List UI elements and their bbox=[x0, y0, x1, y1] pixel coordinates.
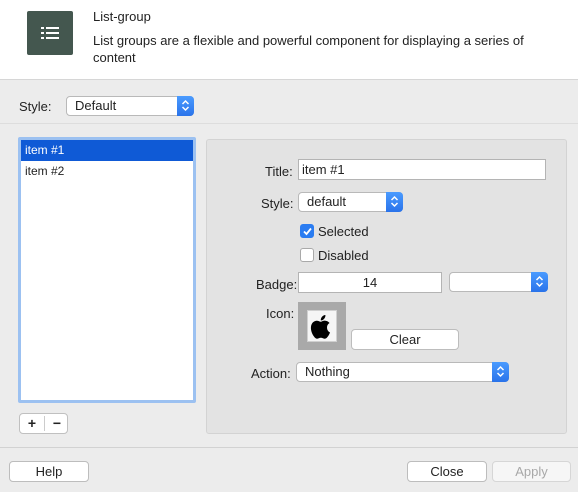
icon-label: Icon: bbox=[266, 306, 295, 321]
action-value: Nothing bbox=[305, 364, 350, 379]
style-label: Style: bbox=[19, 99, 52, 114]
badge-field[interactable]: 14 bbox=[298, 272, 442, 293]
icon-preview bbox=[307, 310, 337, 342]
action-label: Action: bbox=[251, 366, 291, 381]
header-title: List-group bbox=[93, 9, 151, 24]
chevron-updown-icon bbox=[177, 96, 194, 116]
item-style-popup[interactable]: default bbox=[298, 192, 403, 212]
list-item[interactable]: item #2 bbox=[21, 161, 193, 182]
apple-icon bbox=[310, 315, 330, 339]
title-label: Title: bbox=[265, 164, 293, 179]
disabled-checkbox[interactable] bbox=[300, 248, 314, 262]
chevron-updown-icon bbox=[492, 362, 509, 382]
list-item[interactable]: item #1 bbox=[21, 140, 193, 161]
divider bbox=[0, 447, 578, 448]
divider bbox=[0, 123, 578, 124]
close-button[interactable]: Close bbox=[407, 461, 487, 482]
style-popup-value: Default bbox=[75, 98, 117, 113]
badge-label: Badge: bbox=[256, 277, 298, 292]
selected-checkbox[interactable] bbox=[300, 224, 314, 238]
item-list[interactable]: item #1 item #2 bbox=[18, 137, 196, 403]
icon-well[interactable] bbox=[298, 302, 346, 350]
checkmark-icon bbox=[303, 227, 312, 236]
action-popup[interactable]: Nothing bbox=[296, 362, 509, 382]
chevron-updown-icon bbox=[531, 272, 548, 292]
header-description: List groups are a flexible and powerful … bbox=[93, 33, 524, 65]
disabled-label[interactable]: Disabled bbox=[318, 248, 369, 263]
remove-item-button[interactable]: − bbox=[45, 414, 69, 433]
title-field[interactable]: item #1 bbox=[298, 159, 546, 180]
add-item-button[interactable]: + bbox=[20, 414, 44, 433]
header: List-group List groups are a flexible an… bbox=[0, 0, 578, 80]
chevron-updown-icon bbox=[386, 192, 403, 212]
badge-style-popup[interactable] bbox=[449, 272, 548, 292]
item-style-label: Style: bbox=[261, 196, 294, 211]
list-icon bbox=[27, 11, 73, 55]
clear-icon-button[interactable]: Clear bbox=[351, 329, 459, 350]
selected-label[interactable]: Selected bbox=[318, 224, 369, 239]
apply-button[interactable]: Apply bbox=[492, 461, 571, 482]
list-segmented-control: + − bbox=[19, 413, 68, 434]
style-popup[interactable]: Default bbox=[66, 96, 194, 116]
help-button[interactable]: Help bbox=[9, 461, 89, 482]
item-style-value: default bbox=[307, 194, 347, 209]
